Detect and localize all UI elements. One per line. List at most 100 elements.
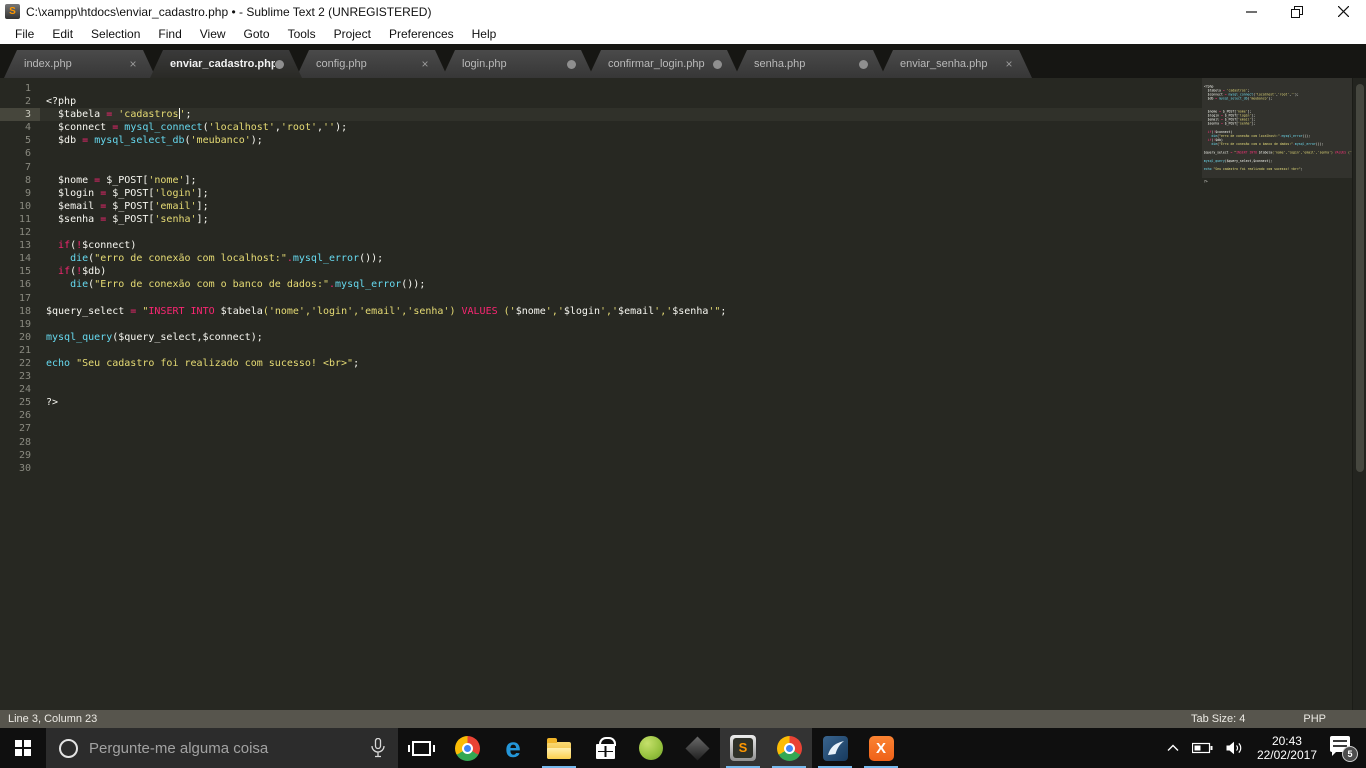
- menubar: FileEditSelectionFindViewGotoToolsProjec…: [0, 23, 1366, 44]
- tab-close-icon[interactable]: ×: [418, 57, 432, 71]
- syntax-indicator[interactable]: PHP: [1303, 713, 1326, 725]
- taskbar-chrome-icon[interactable]: [766, 728, 812, 768]
- taskbar-file-explorer-icon[interactable]: [536, 728, 582, 768]
- taskbar-windows-store-icon[interactable]: [582, 728, 628, 768]
- code-line[interactable]: [40, 161, 1366, 174]
- tab-modified-dot-icon[interactable]: [567, 60, 576, 69]
- cortana-icon: [59, 739, 78, 758]
- menu-view[interactable]: View: [191, 27, 235, 41]
- code-line[interactable]: mysql_query($query_select,$connect);: [40, 331, 1366, 344]
- code-line[interactable]: [40, 462, 1366, 475]
- taskbar-sublime-text-icon[interactable]: S: [720, 728, 766, 768]
- mysql-workbench-glyph: [823, 736, 848, 761]
- tab-config.php[interactable]: config.php×: [296, 50, 448, 78]
- menu-preferences[interactable]: Preferences: [380, 27, 463, 41]
- microphone-icon[interactable]: [371, 738, 385, 758]
- tab-modified-dot-icon[interactable]: [859, 60, 868, 69]
- code-line[interactable]: [40, 383, 1366, 396]
- tab-enviar_senha.php[interactable]: enviar_senha.php×: [880, 50, 1032, 78]
- line-number: 13: [0, 239, 40, 252]
- android-studio-glyph: [639, 736, 663, 760]
- show-hidden-icons-chevron[interactable]: [1167, 744, 1179, 752]
- cortana-search-box[interactable]: Pergunte-me alguma coisa: [46, 728, 398, 768]
- scrollbar-thumb[interactable]: [1356, 84, 1364, 472]
- tab-confirmar_login.php[interactable]: confirmar_login.php: [588, 50, 740, 78]
- menu-project[interactable]: Project: [325, 27, 380, 41]
- code-line[interactable]: [40, 422, 1366, 435]
- menu-file[interactable]: File: [6, 27, 43, 41]
- code-line[interactable]: if(!$db): [40, 265, 1366, 278]
- code-line[interactable]: [40, 436, 1366, 449]
- code-line[interactable]: $email = $_POST['email'];: [40, 200, 1366, 213]
- taskbar-chrome-icon[interactable]: [444, 728, 490, 768]
- code-line[interactable]: [40, 409, 1366, 422]
- code-line[interactable]: $nome = $_POST['nome'];: [40, 174, 1366, 187]
- code-line[interactable]: [40, 344, 1366, 357]
- code-line[interactable]: die("Erro de conexão com o banco de dado…: [40, 278, 1366, 291]
- code-line[interactable]: [40, 292, 1366, 305]
- code-line[interactable]: $login = $_POST['login'];: [40, 187, 1366, 200]
- minimize-button[interactable]: [1228, 0, 1274, 23]
- tab-modified-dot-icon[interactable]: [275, 60, 284, 69]
- menu-edit[interactable]: Edit: [43, 27, 82, 41]
- line-number: 23: [0, 370, 40, 383]
- volume-icon[interactable]: [1226, 741, 1244, 755]
- menu-find[interactable]: Find: [149, 27, 190, 41]
- code-line[interactable]: $senha = $_POST['senha'];: [40, 213, 1366, 226]
- menu-goto[interactable]: Goto: [235, 27, 279, 41]
- tab-modified-dot-icon[interactable]: [713, 60, 722, 69]
- start-button[interactable]: [0, 728, 46, 768]
- code-line[interactable]: [1202, 200, 1352, 204]
- tab-senha.php[interactable]: senha.php: [734, 50, 886, 78]
- code-line[interactable]: $db = mysql_select_db('meubanco');: [40, 134, 1366, 147]
- code-line[interactable]: echo "Seu cadastro foi realizado com suc…: [40, 357, 1366, 370]
- code-line[interactable]: [40, 449, 1366, 462]
- line-number: 2: [0, 95, 40, 108]
- search-placeholder: Pergunte-me alguma coisa: [89, 740, 360, 757]
- code-line[interactable]: [40, 226, 1366, 239]
- code-area[interactable]: <?php $tabela = 'cadastros'; $connect = …: [40, 78, 1366, 710]
- code-line[interactable]: [40, 318, 1366, 331]
- editor[interactable]: 1234567891011121314151617181920212223242…: [0, 78, 1366, 710]
- code-line[interactable]: $query_select = "INSERT INTO $tabela('no…: [40, 305, 1366, 318]
- code-line[interactable]: [40, 82, 1366, 95]
- tab-close-icon[interactable]: ×: [126, 57, 140, 71]
- code-line[interactable]: ?>: [40, 396, 1366, 409]
- clock[interactable]: 20:43 22/02/2017: [1257, 734, 1317, 762]
- tab-login.php[interactable]: login.php: [442, 50, 594, 78]
- code-line[interactable]: $tabela = 'cadastros';: [40, 108, 1366, 121]
- close-button[interactable]: [1320, 0, 1366, 23]
- taskbar-inkscape-icon[interactable]: [674, 728, 720, 768]
- task-view-button[interactable]: [398, 728, 444, 768]
- code-line[interactable]: [40, 370, 1366, 383]
- menu-help[interactable]: Help: [463, 27, 506, 41]
- minimap[interactable]: <?php $tabela = 'cadastros'; $connect = …: [1202, 78, 1352, 710]
- tab-close-icon[interactable]: ×: [1002, 57, 1016, 71]
- code-line[interactable]: if(!$connect): [40, 239, 1366, 252]
- action-center-button[interactable]: 5: [1330, 735, 1356, 761]
- taskbar-android-studio-icon[interactable]: [628, 728, 674, 768]
- restore-button[interactable]: [1274, 0, 1320, 23]
- tab-enviar_cadastro.php[interactable]: enviar_cadastro.php: [150, 50, 302, 78]
- vertical-scrollbar[interactable]: [1352, 78, 1366, 710]
- taskbar-edge-icon[interactable]: e: [490, 728, 536, 768]
- file-explorer-glyph: [547, 742, 571, 759]
- task-view-icon: [412, 741, 431, 756]
- tab-label: index.php: [4, 58, 126, 70]
- title-bar: S C:\xampp\htdocs\enviar_cadastro.php • …: [0, 0, 1366, 23]
- code-line[interactable]: [40, 147, 1366, 160]
- menu-selection[interactable]: Selection: [82, 27, 149, 41]
- menu-tools[interactable]: Tools: [279, 27, 325, 41]
- minimap-viewport[interactable]: [1202, 78, 1352, 178]
- taskbar-xampp-icon[interactable]: X: [858, 728, 904, 768]
- sublime-text-glyph: S: [730, 735, 756, 761]
- code-line[interactable]: $connect = mysql_connect('localhost','ro…: [40, 121, 1366, 134]
- sublime-app-icon: S: [5, 4, 20, 19]
- code-line[interactable]: die("erro de conexão com localhost:".mys…: [40, 252, 1366, 265]
- tab-index.php[interactable]: index.php×: [4, 50, 156, 78]
- battery-icon[interactable]: [1192, 742, 1213, 754]
- taskbar-mysql-workbench-icon[interactable]: [812, 728, 858, 768]
- line-number: 26: [0, 409, 40, 422]
- code-line[interactable]: <?php: [40, 95, 1366, 108]
- tab-size-indicator[interactable]: Tab Size: 4: [1191, 713, 1245, 725]
